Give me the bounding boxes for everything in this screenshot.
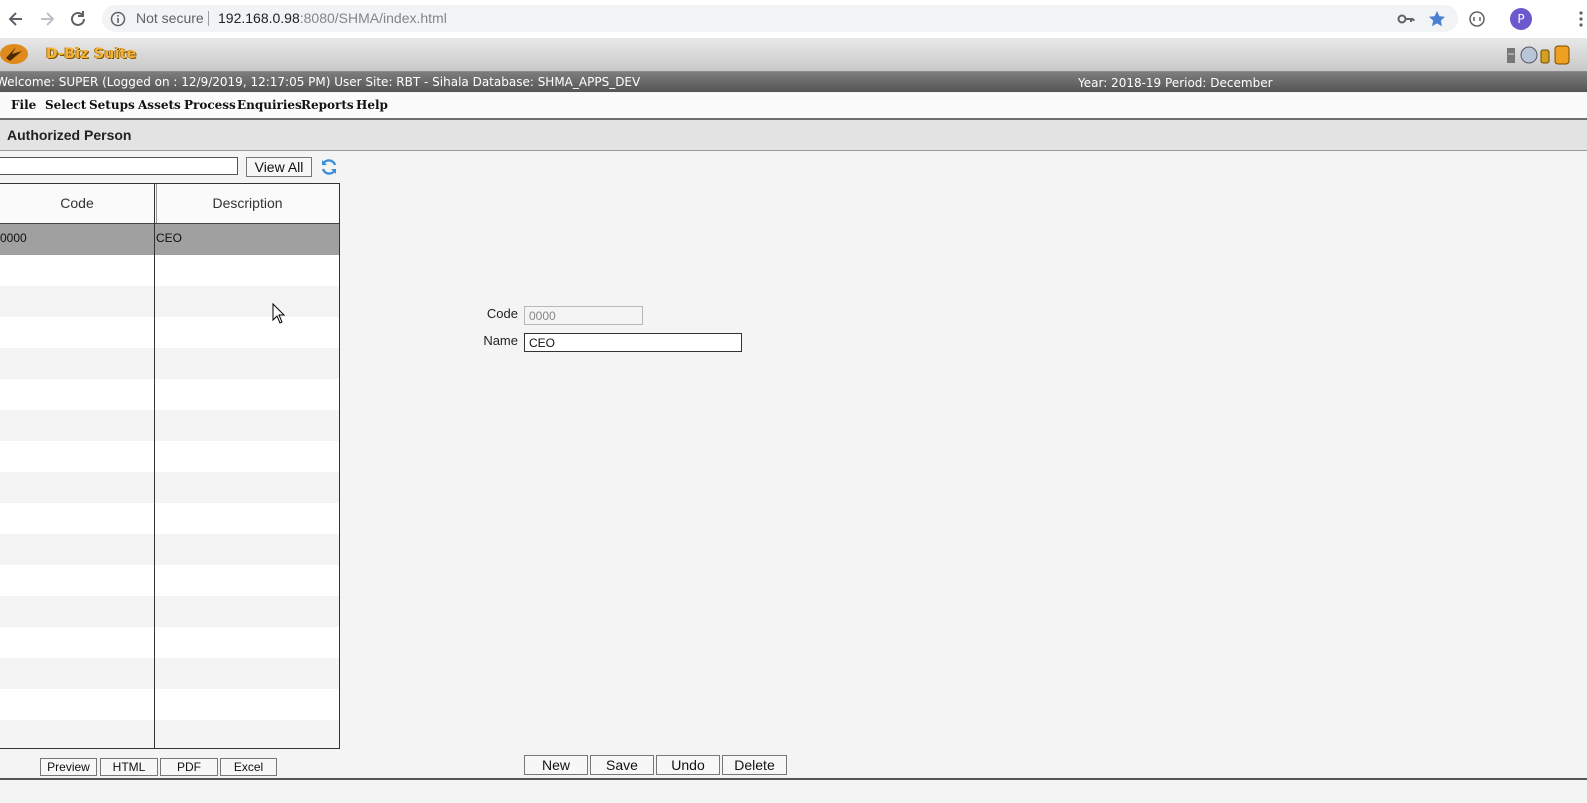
cell-description: CEO: [156, 231, 183, 245]
undo-button[interactable]: Undo: [656, 755, 720, 775]
address-bar[interactable]: Not secure 192.168.0.98:8080/SHMA/index.…: [102, 5, 1458, 32]
empty-table-row[interactable]: [0, 379, 339, 410]
name-field[interactable]: [524, 333, 742, 352]
menu-assets[interactable]: Assets: [138, 98, 181, 112]
footer-divider: [0, 778, 1587, 780]
session-info-bar: Welcome: SUPER (Logged on : 12/9/2019, 1…: [0, 72, 1587, 92]
url-path: :8080/SHMA/index.html: [299, 10, 447, 26]
empty-table-row[interactable]: [0, 286, 339, 317]
empty-table-row[interactable]: [0, 255, 339, 286]
header-toolbar-icons: [1507, 45, 1570, 65]
cell-code: 0000: [0, 231, 27, 245]
preview-button[interactable]: Preview: [40, 758, 97, 776]
table-row[interactable]: 0000 CEO: [0, 224, 339, 255]
grid-header: Code Description: [0, 184, 339, 224]
new-button[interactable]: New: [524, 755, 588, 775]
column-header-code[interactable]: Code: [0, 184, 154, 223]
records-grid: Code Description 0000 CEO: [0, 183, 340, 749]
empty-table-row[interactable]: [0, 565, 339, 596]
menu-select[interactable]: Select: [45, 98, 86, 112]
empty-table-row[interactable]: [0, 503, 339, 534]
main-menu: File Select Setups Assets Process Enquir…: [0, 93, 1587, 120]
save-button[interactable]: Save: [590, 755, 654, 775]
empty-table-row[interactable]: [0, 317, 339, 348]
app-name: D-Biz Suite: [46, 46, 137, 62]
html-button[interactable]: HTML: [100, 758, 158, 776]
excel-button[interactable]: Excel: [220, 758, 277, 776]
url-text[interactable]: 192.168.0.98:8080/SHMA/index.html: [218, 10, 447, 26]
company-logo-icon: [0, 44, 28, 64]
bookmark-star-icon[interactable]: [1427, 9, 1447, 29]
empty-table-row[interactable]: [0, 689, 339, 720]
code-label: Code: [486, 306, 518, 321]
extension-icon[interactable]: [1467, 9, 1487, 29]
app-header: D-Biz Suite: [0, 38, 1587, 72]
empty-table-row[interactable]: [0, 534, 339, 565]
page-title-bar: Authorized Person: [0, 120, 1587, 151]
menu-reports[interactable]: Reports: [301, 98, 354, 112]
empty-table-row[interactable]: [0, 472, 339, 503]
profile-avatar[interactable]: P: [1510, 8, 1532, 30]
back-arrow-icon[interactable]: [6, 9, 26, 29]
name-label: Name: [483, 333, 518, 348]
menu-process[interactable]: Process: [184, 98, 236, 112]
info-icon[interactable]: [110, 11, 126, 27]
refresh-icon[interactable]: [319, 157, 339, 177]
key-icon[interactable]: [1396, 9, 1416, 29]
column-header-description[interactable]: Description: [156, 184, 339, 223]
empty-table-row[interactable]: [0, 596, 339, 627]
code-field[interactable]: [524, 306, 643, 325]
delete-button[interactable]: Delete: [722, 755, 787, 775]
empty-table-row[interactable]: [0, 348, 339, 379]
security-status: Not secure: [136, 10, 204, 26]
view-all-button[interactable]: View All: [246, 157, 312, 177]
reload-icon[interactable]: [68, 9, 88, 29]
empty-table-row[interactable]: [0, 441, 339, 472]
column-divider: [154, 184, 155, 748]
empty-table-row[interactable]: [0, 658, 339, 689]
more-menu-icon[interactable]: [1571, 9, 1587, 29]
url-host: 192.168.0.98: [218, 10, 300, 26]
menu-file[interactable]: File: [11, 98, 36, 112]
page-title: Authorized Person: [7, 127, 132, 143]
mouse-cursor-icon: [272, 303, 286, 324]
pdf-button[interactable]: PDF: [160, 758, 218, 776]
menu-help[interactable]: Help: [356, 98, 388, 112]
forward-arrow-icon[interactable]: [37, 9, 57, 29]
menu-setups[interactable]: Setups: [89, 98, 135, 112]
period-text: Year: 2018-19 Period: December: [1078, 76, 1273, 90]
empty-table-row[interactable]: [0, 720, 339, 748]
browser-toolbar: Not secure 192.168.0.98:8080/SHMA/index.…: [0, 0, 1587, 39]
empty-table-row[interactable]: [0, 627, 339, 658]
search-input[interactable]: [0, 157, 238, 175]
empty-table-row[interactable]: [0, 410, 339, 441]
welcome-text: Welcome: SUPER (Logged on : 12/9/2019, 1…: [0, 75, 641, 89]
divider: [208, 11, 209, 26]
menu-enquiries[interactable]: Enquiries: [237, 98, 302, 112]
